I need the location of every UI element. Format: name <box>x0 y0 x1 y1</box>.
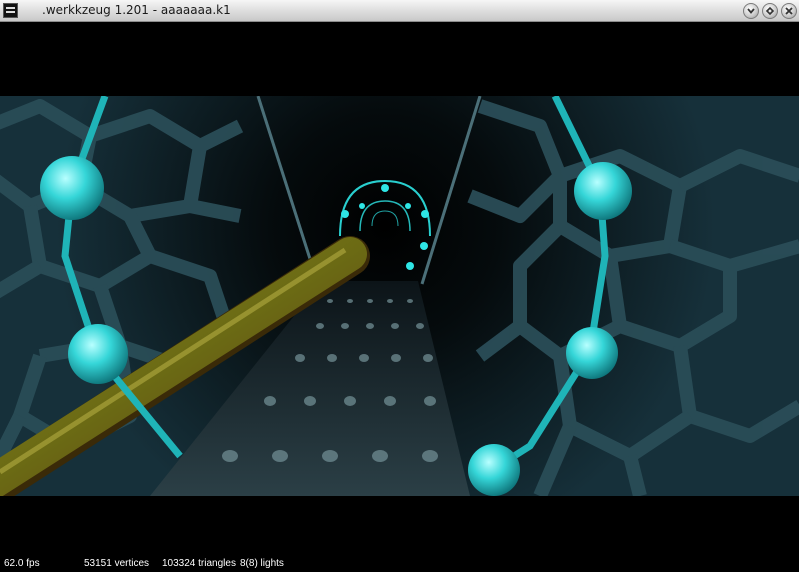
maximize-button[interactable] <box>762 3 778 19</box>
glow-orb <box>68 324 128 384</box>
status-bar: 62.0 fps 53151 vertices 103324 triangles… <box>0 556 799 572</box>
chevron-down-icon <box>747 8 755 14</box>
3d-viewport[interactable] <box>0 96 799 496</box>
fps-readout: 62.0 fps <box>4 558 40 569</box>
tunnel-scene <box>0 96 799 496</box>
window-title: .werkkzeug 1.201 - aaaaaaa.k1 <box>42 3 231 17</box>
restore-icon <box>765 6 775 16</box>
window-titlebar[interactable]: .werkkzeug 1.201 - aaaaaaa.k1 <box>0 0 799 22</box>
light-count: 8(8) lights <box>240 558 284 569</box>
glow-orb <box>566 327 618 379</box>
close-button[interactable] <box>781 3 797 19</box>
glow-orb <box>574 162 632 220</box>
glow-orb <box>468 444 520 496</box>
minimize-button[interactable] <box>743 3 759 19</box>
glow-orb <box>40 156 104 220</box>
app-window-icon[interactable] <box>3 3 18 18</box>
close-icon <box>785 7 793 15</box>
vertex-count: 53151 vertices <box>84 558 150 569</box>
triangle-count: 103324 triangles <box>162 558 236 569</box>
